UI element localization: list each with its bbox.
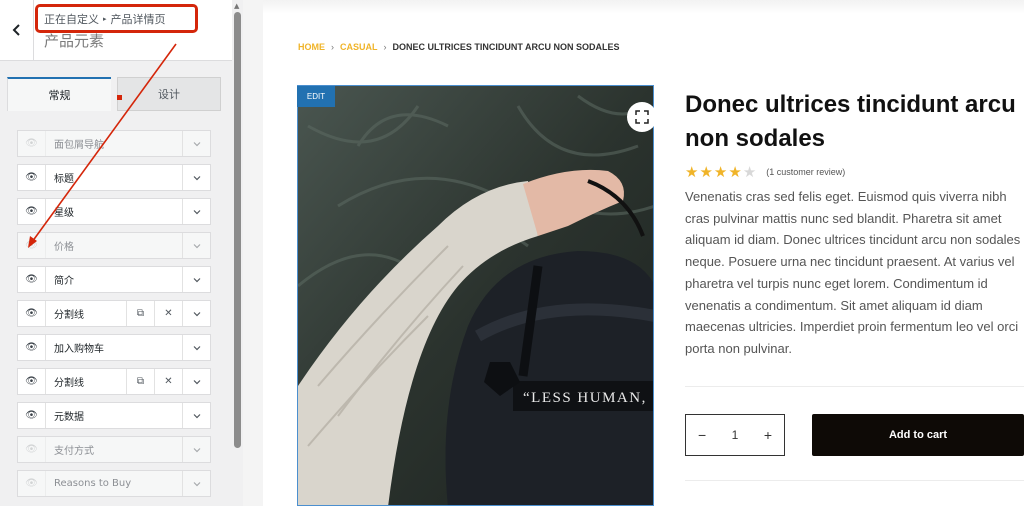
quantity-decrease-button[interactable]: − bbox=[698, 427, 706, 443]
eye-icon[interactable]: 👁 bbox=[18, 335, 46, 360]
chevron-down-icon[interactable] bbox=[182, 199, 210, 224]
chevron-down-icon[interactable] bbox=[182, 165, 210, 190]
product-page: HOME › CASUAL › DONEC ULTRICES TINCIDUNT… bbox=[263, 0, 1024, 506]
element-list-item[interactable]: 👁 元数据 bbox=[17, 402, 211, 429]
element-list-item[interactable]: 👁 面包屑导航 bbox=[17, 130, 211, 157]
breadcrumb-separator-icon: › bbox=[331, 42, 334, 52]
eye-icon[interactable]: 👁 bbox=[18, 403, 46, 428]
divider bbox=[685, 386, 1024, 387]
section-title: 产品元素 bbox=[44, 32, 105, 50]
star-filled-icon: ★ bbox=[728, 163, 742, 181]
star-filled-icon: ★ bbox=[685, 163, 699, 181]
element-label: 星级 bbox=[54, 208, 74, 219]
image-caption-text: “LESS HUMAN, bbox=[523, 390, 647, 406]
element-list-item[interactable]: 👁 加入购物车 bbox=[17, 334, 211, 361]
element-list-item[interactable]: 👁 Reasons to Buy bbox=[17, 470, 211, 497]
eye-hidden-icon[interactable]: 👁 bbox=[18, 131, 46, 156]
element-label: Reasons to Buy bbox=[54, 478, 132, 489]
element-label: 支付方式 bbox=[54, 446, 94, 457]
expand-icon bbox=[635, 110, 649, 124]
product-photo-illustration: “LESS HUMAN, bbox=[298, 86, 653, 505]
product-breadcrumb: HOME › CASUAL › DONEC ULTRICES TINCIDUNT… bbox=[298, 42, 620, 52]
element-list-item[interactable]: 👁 星级 bbox=[17, 198, 211, 225]
chevron-down-icon[interactable] bbox=[182, 403, 210, 428]
chevron-down-icon[interactable] bbox=[182, 369, 210, 394]
add-to-cart-button[interactable]: Add to cart bbox=[812, 414, 1024, 456]
eye-icon[interactable]: 👁 bbox=[18, 165, 46, 190]
remove-icon[interactable]: ✕ bbox=[154, 369, 182, 394]
annotation-highlight-box bbox=[35, 4, 198, 33]
breadcrumb-category-link[interactable]: CASUAL bbox=[340, 42, 378, 52]
page-top-bar bbox=[263, 0, 1024, 14]
breadcrumb-home-link[interactable]: HOME bbox=[298, 42, 325, 52]
zoom-button[interactable] bbox=[627, 102, 657, 132]
divider bbox=[685, 480, 1024, 481]
element-list-item[interactable]: 👁 分割线 ⧉ ✕ bbox=[17, 300, 211, 327]
site-preview: HOME › CASUAL › DONEC ULTRICES TINCIDUNT… bbox=[243, 0, 1024, 506]
product-description: Venenatis cras sed felis eget. Euismod q… bbox=[685, 189, 1021, 356]
element-label: 标题 bbox=[54, 174, 74, 185]
product-rating[interactable]: ★★★★★ (1 customer review) bbox=[685, 162, 845, 181]
remove-icon[interactable]: ✕ bbox=[154, 301, 182, 326]
element-list: 👁 面包屑导航 👁 标题 👁 星级 👁 价格 👁 简介 👁 分割线 ⧉ ✕ 👁 加入购物车 👁 分割线 ⧉ ✕ 👁 元数据… bbox=[17, 130, 211, 504]
chevron-down-icon[interactable] bbox=[182, 267, 210, 292]
eye-hidden-icon[interactable]: 👁 bbox=[18, 437, 46, 462]
element-list-item[interactable]: 👁 支付方式 bbox=[17, 436, 211, 463]
eye-hidden-icon[interactable]: 👁 bbox=[18, 233, 46, 258]
eye-hidden-icon[interactable]: 👁 bbox=[18, 471, 46, 496]
element-label: 价格 bbox=[54, 242, 74, 253]
star-filled-icon: ★ bbox=[713, 163, 728, 181]
element-list-item[interactable]: 👁 标题 bbox=[17, 164, 211, 191]
element-label: 元数据 bbox=[54, 412, 84, 423]
star-filled-icon: ★ bbox=[699, 163, 713, 181]
element-label: 分割线 bbox=[54, 378, 84, 389]
eye-icon[interactable]: 👁 bbox=[18, 199, 46, 224]
eye-icon[interactable]: 👁 bbox=[18, 267, 46, 292]
chevron-down-icon[interactable] bbox=[182, 131, 210, 156]
tab-bar: 常规 设计 bbox=[7, 77, 221, 111]
chevron-down-icon[interactable] bbox=[182, 335, 210, 360]
scrollbar-thumb[interactable] bbox=[234, 12, 241, 448]
quantity-stepper[interactable]: − 1 + bbox=[685, 414, 785, 456]
star-empty-icon: ★ bbox=[742, 163, 757, 181]
chevron-left-icon bbox=[12, 24, 20, 36]
back-button[interactable] bbox=[0, 0, 34, 60]
element-label: 简介 bbox=[54, 276, 74, 287]
duplicate-icon[interactable]: ⧉ bbox=[126, 369, 154, 394]
element-label: 面包屑导航 bbox=[54, 140, 104, 151]
chevron-down-icon[interactable] bbox=[182, 471, 210, 496]
breadcrumb-separator-icon: › bbox=[383, 42, 387, 52]
duplicate-icon[interactable]: ⧉ bbox=[126, 301, 154, 326]
element-list-item[interactable]: 👁 分割线 ⧉ ✕ bbox=[17, 368, 211, 395]
quantity-increase-button[interactable]: + bbox=[764, 427, 772, 443]
quantity-input[interactable]: 1 bbox=[723, 428, 747, 442]
element-label: 分割线 bbox=[54, 310, 84, 321]
review-count-link[interactable]: (1 customer review) bbox=[766, 167, 845, 177]
eye-icon[interactable]: 👁 bbox=[18, 301, 46, 326]
product-image[interactable]: “LESS HUMAN, bbox=[297, 85, 654, 506]
product-title: Donec ultrices tincidunt arcu non sodale… bbox=[685, 91, 1016, 152]
sidebar-scrollbar[interactable]: ▲ bbox=[232, 0, 243, 506]
edit-badge[interactable]: EDIT bbox=[297, 86, 335, 107]
chevron-down-icon[interactable] bbox=[182, 437, 210, 462]
element-list-item[interactable]: 👁 价格 bbox=[17, 232, 211, 259]
breadcrumb-current-product: DONEC ULTRICES TINCIDUNT ARCU NON SODALE… bbox=[392, 42, 620, 52]
element-label: 加入购物车 bbox=[54, 344, 104, 355]
element-list-item[interactable]: 👁 简介 bbox=[17, 266, 211, 293]
chevron-down-icon[interactable] bbox=[182, 233, 210, 258]
tab-general[interactable]: 常规 bbox=[7, 77, 111, 111]
chevron-down-icon[interactable] bbox=[182, 301, 210, 326]
scroll-up-icon: ▲ bbox=[234, 2, 240, 10]
customizer-sidebar: 正在自定义 ▸ 产品详情页 产品元素 ▲ 常规 设计 👁 面包屑导航 👁 标题 👁 星级 👁… bbox=[0, 0, 243, 506]
customizer-window: 正在自定义 ▸ 产品详情页 产品元素 ▲ 常规 设计 👁 面包屑导航 👁 标题 👁 星级 👁… bbox=[0, 0, 1024, 506]
annotation-marker bbox=[117, 95, 122, 100]
eye-icon[interactable]: 👁 bbox=[18, 369, 46, 394]
tab-design[interactable]: 设计 bbox=[117, 77, 221, 111]
star-rating: ★★★★★ bbox=[685, 162, 757, 181]
